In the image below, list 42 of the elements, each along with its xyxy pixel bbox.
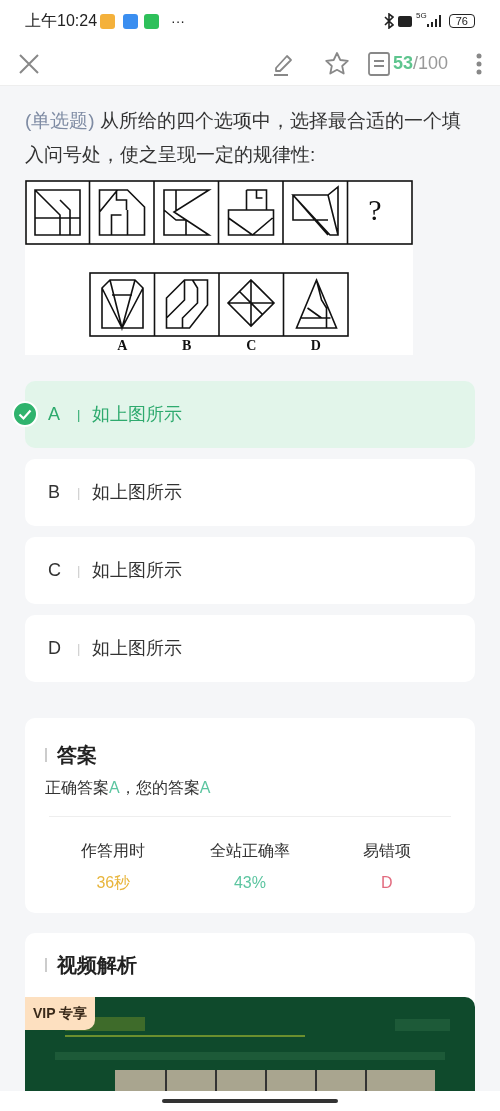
- stat-label: 作答用时: [81, 841, 146, 861]
- option-text: 如上图所示: [92, 637, 183, 660]
- check-icon: [12, 401, 38, 427]
- option-separator: |: [77, 561, 81, 580]
- option-text: 如上图所示: [92, 481, 183, 504]
- option-letter: C: [48, 559, 62, 582]
- stat-label: 全站正确率: [210, 841, 290, 861]
- list-icon[interactable]: [367, 51, 390, 76]
- stat-value: D: [380, 873, 393, 893]
- option-card[interactable]: B | 如上图所示: [25, 459, 475, 526]
- bluetooth-icon: [384, 13, 395, 29]
- section-title: 答案: [57, 743, 97, 768]
- network-label: 5G: [416, 12, 427, 20]
- option-label: B: [181, 338, 193, 354]
- section-title: 视频解析: [57, 953, 137, 978]
- option-letter: D: [48, 637, 62, 660]
- more-notifications: ···: [171, 11, 186, 31]
- stat-value: 36秒: [96, 873, 131, 893]
- question-mark: ?: [367, 192, 383, 228]
- option-letter: B: [48, 481, 61, 504]
- status-time: 上午10:24: [25, 11, 98, 31]
- answer-text: 正确答案A，您的答案A: [45, 778, 212, 798]
- stat-value: 43%: [233, 873, 266, 893]
- option-label: D: [309, 338, 322, 354]
- vip-badge: VIP 专享: [25, 997, 96, 1030]
- option-label: A: [116, 338, 129, 354]
- option-card[interactable]: C | 如上图所示: [25, 537, 475, 604]
- question-text: (单选题) 从所给的四个选项中，选择最合适的一个填入问号处，使之呈现一定的规律性:: [25, 109, 462, 167]
- stat-label: 易错项: [362, 841, 411, 861]
- close-icon[interactable]: [18, 52, 40, 75]
- option-text: 如上图所示: [92, 559, 183, 582]
- option-separator: |: [77, 639, 81, 658]
- option-letter: A: [48, 403, 61, 426]
- option-label: C: [245, 338, 258, 354]
- signal-icon: [426, 15, 443, 27]
- option-separator: |: [77, 405, 81, 424]
- option-card[interactable]: D | 如上图所示: [25, 615, 475, 682]
- star-icon[interactable]: [323, 50, 350, 77]
- option-separator: |: [77, 483, 81, 502]
- more-icon[interactable]: [476, 52, 482, 75]
- battery-level: 76: [448, 14, 475, 28]
- option-text: 如上图所示: [92, 403, 183, 426]
